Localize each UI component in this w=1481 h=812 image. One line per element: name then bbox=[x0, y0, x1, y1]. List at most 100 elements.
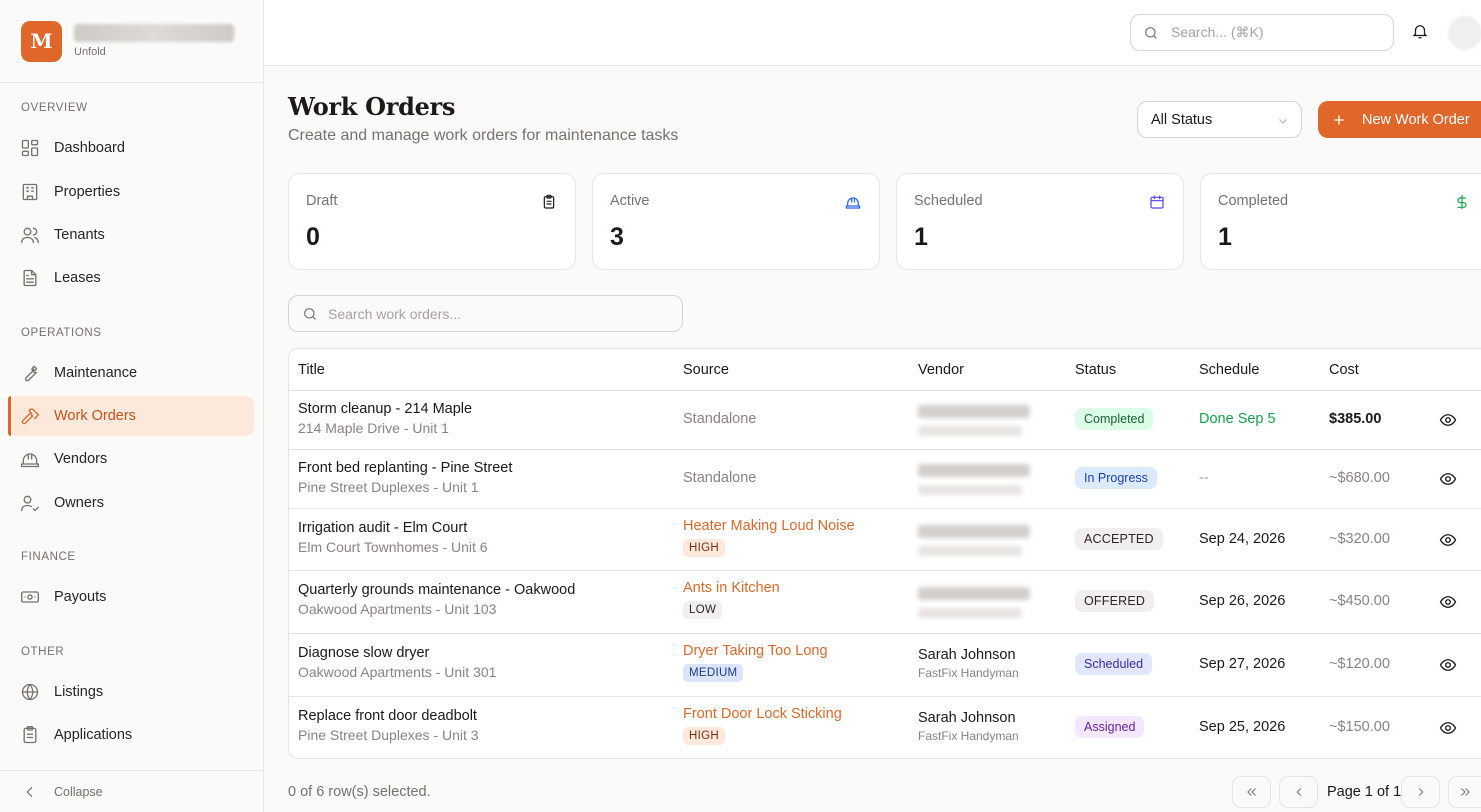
source-request-link[interactable]: Heater Making Loud Noise bbox=[683, 518, 855, 534]
table-row[interactable]: Diagnose slow dryer Oakwood Apartments -… bbox=[289, 634, 1481, 697]
user-check-icon bbox=[21, 495, 39, 512]
brand[interactable]: M Unfold bbox=[0, 0, 263, 83]
eye-icon bbox=[1439, 534, 1457, 546]
stat-value: 1 bbox=[914, 223, 928, 251]
sidebar-item-label: Payouts bbox=[54, 589, 107, 605]
stat-value: 3 bbox=[610, 223, 624, 251]
priority-badge: HIGH bbox=[683, 727, 725, 745]
vendor-name: Sarah Johnson bbox=[918, 710, 1016, 726]
work-order-cost: $385.00 bbox=[1329, 411, 1382, 427]
notifications-button[interactable] bbox=[1411, 22, 1429, 40]
work-order-location: Pine Street Duplexes - Unit 1 bbox=[298, 479, 479, 495]
eye-icon bbox=[1439, 722, 1457, 734]
status-filter-select[interactable]: All Status bbox=[1137, 101, 1302, 138]
new-work-order-button[interactable]: New Work Order bbox=[1318, 101, 1481, 138]
search-icon bbox=[1145, 26, 1157, 39]
view-button[interactable] bbox=[1439, 719, 1457, 742]
sidebar-item-tenants[interactable]: Tenants bbox=[8, 215, 254, 255]
source-request-link[interactable]: Ants in Kitchen bbox=[683, 580, 780, 596]
sidebar-item-dashboard[interactable]: Dashboard bbox=[8, 128, 254, 168]
sidebar-item-label: Leases bbox=[54, 270, 101, 286]
stat-label: Completed bbox=[1218, 193, 1289, 209]
topbar: Search... (⌘K) bbox=[264, 0, 1481, 66]
plus-icon bbox=[1334, 114, 1344, 125]
work-orders-search-placeholder: Search work orders... bbox=[328, 305, 462, 322]
table-row[interactable]: Replace front door deadbolt Pine Street … bbox=[289, 697, 1481, 758]
page-title: Work Orders bbox=[288, 92, 456, 121]
column-header-source[interactable]: Source bbox=[683, 362, 729, 378]
work-order-source: Standalone bbox=[683, 470, 757, 486]
column-header-status[interactable]: Status bbox=[1075, 362, 1116, 378]
view-button[interactable] bbox=[1439, 593, 1457, 616]
table-row[interactable]: Quarterly grounds maintenance - Oakwood … bbox=[289, 571, 1481, 634]
banknote-icon bbox=[21, 591, 39, 603]
work-order-location: Elm Court Townhomes - Unit 6 bbox=[298, 539, 488, 555]
column-header-vendor[interactable]: Vendor bbox=[918, 362, 964, 378]
file-text-icon bbox=[23, 269, 37, 287]
sidebar: M Unfold OVERVIEW Dashboard Properties T… bbox=[0, 0, 264, 812]
chevrons-left-icon bbox=[1246, 788, 1256, 796]
vendor-redacted bbox=[918, 405, 1030, 436]
last-page-button[interactable] bbox=[1448, 776, 1481, 808]
status-badge: Assigned bbox=[1075, 716, 1145, 738]
sidebar-item-listings[interactable]: Listings bbox=[8, 672, 254, 712]
view-button[interactable] bbox=[1439, 470, 1457, 493]
sidebar-item-payouts[interactable]: Payouts bbox=[8, 577, 254, 617]
work-order-schedule: -- bbox=[1199, 470, 1209, 486]
status-badge: Scheduled bbox=[1075, 653, 1153, 675]
sidebar-item-owners[interactable]: Owners bbox=[8, 483, 254, 523]
nav-section-finance: FINANCE bbox=[21, 551, 76, 563]
source-request-link[interactable]: Dryer Taking Too Long bbox=[683, 643, 828, 659]
status-filter-value: All Status bbox=[1151, 111, 1213, 128]
vendor-company: FastFix Handyman bbox=[918, 729, 1019, 743]
global-search-placeholder: Search... (⌘K) bbox=[1171, 24, 1264, 40]
sidebar-item-properties[interactable]: Properties bbox=[8, 172, 254, 212]
vendor-redacted bbox=[918, 587, 1030, 618]
search-icon bbox=[304, 307, 316, 320]
sidebar-item-label: Tenants bbox=[54, 227, 105, 243]
sidebar-item-applications[interactable]: Applications bbox=[8, 715, 254, 755]
chevron-left-icon bbox=[26, 786, 33, 797]
work-order-location: Oakwood Apartments - Unit 301 bbox=[298, 664, 497, 680]
dashboard-icon bbox=[21, 139, 39, 157]
stat-card-scheduled: Scheduled 1 bbox=[896, 173, 1184, 270]
work-order-title: Storm cleanup - 214 Maple bbox=[298, 401, 473, 417]
table-row[interactable]: Storm cleanup - 214 Maple 214 Maple Driv… bbox=[289, 391, 1481, 450]
table-row[interactable]: Irrigation audit - Elm Court Elm Court T… bbox=[289, 509, 1481, 571]
previous-page-button[interactable] bbox=[1279, 776, 1318, 808]
collapse-button[interactable]: Collapse bbox=[0, 770, 263, 812]
chevrons-right-icon bbox=[1461, 788, 1470, 796]
global-search-input[interactable]: Search... (⌘K) bbox=[1130, 14, 1394, 51]
sidebar-item-label: Owners bbox=[54, 495, 104, 511]
column-header-title[interactable]: Title bbox=[298, 362, 325, 378]
work-orders-table: Title Source Vendor Status Schedule Cost… bbox=[288, 348, 1481, 759]
column-header-cost[interactable]: Cost bbox=[1329, 362, 1359, 378]
work-order-location: 214 Maple Drive - Unit 1 bbox=[298, 420, 449, 436]
column-header-schedule[interactable]: Schedule bbox=[1199, 362, 1259, 378]
first-page-button[interactable] bbox=[1232, 776, 1271, 808]
bell-icon bbox=[1412, 25, 1428, 39]
avatar[interactable] bbox=[1448, 16, 1481, 50]
eye-icon bbox=[1439, 596, 1457, 608]
sidebar-item-maintenance[interactable]: Maintenance bbox=[8, 353, 254, 393]
vendor-company: FastFix Handyman bbox=[918, 666, 1019, 680]
stat-value: 1 bbox=[1218, 223, 1232, 251]
source-request-link[interactable]: Front Door Lock Sticking bbox=[683, 706, 842, 722]
sidebar-item-leases[interactable]: Leases bbox=[8, 258, 254, 298]
brand-logo: M bbox=[21, 20, 62, 62]
collapse-label: Collapse bbox=[54, 784, 103, 799]
work-orders-search-input[interactable]: Search work orders... bbox=[288, 295, 683, 332]
sidebar-item-work-orders[interactable]: Work Orders bbox=[8, 396, 254, 436]
view-button[interactable] bbox=[1439, 411, 1457, 434]
brand-subtitle: Unfold bbox=[74, 46, 106, 58]
work-order-title: Diagnose slow dryer bbox=[298, 645, 430, 661]
next-page-button[interactable] bbox=[1401, 776, 1440, 808]
work-order-schedule: Sep 26, 2026 bbox=[1199, 593, 1286, 609]
table-row[interactable]: Front bed replanting - Pine Street Pine … bbox=[289, 450, 1481, 509]
view-button[interactable] bbox=[1439, 656, 1457, 679]
sidebar-item-vendors[interactable]: Vendors bbox=[8, 439, 254, 479]
clipboard-icon bbox=[541, 194, 557, 210]
work-order-cost: ~$150.00 bbox=[1329, 719, 1390, 735]
work-order-schedule: Done Sep 5 bbox=[1199, 411, 1276, 427]
view-button[interactable] bbox=[1439, 531, 1457, 554]
